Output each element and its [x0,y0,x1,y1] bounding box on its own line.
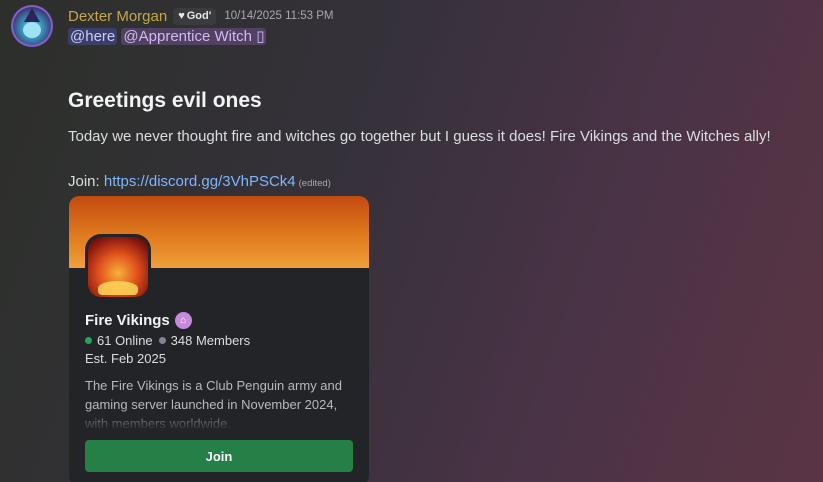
mention-role-label: @Apprentice Witch [123,28,253,45]
role-tag-label: God' [186,10,212,22]
avatar-face [23,22,41,38]
server-name[interactable]: Fire Vikings [85,312,170,329]
role-tag[interactable]: ♥ God' [173,7,217,25]
author-avatar[interactable] [11,5,53,47]
message-timestamp: 10/14/2025 11:53 PM [224,10,334,22]
message-heading: Greetings evil ones [68,89,262,112]
edited-label: (edited) [298,178,331,189]
invite-link[interactable]: https://discord.gg/3VhPSCk4 [104,173,296,190]
server-stats: 61 Online 348 Members [85,333,250,348]
message-body: Today we never thought fire and witches … [68,128,771,145]
online-dot-icon [85,337,92,344]
community-house-icon: ⌂ [174,312,192,329]
mention-here[interactable]: @here [68,28,118,45]
members-dot-icon [158,337,166,344]
join-line: Join: https://discord.gg/3VhPSCk4 (edited… [68,173,331,190]
members-block: 348 Members [158,333,251,348]
established-date: Est. Feb 2025 [85,351,166,366]
mention-role-suffix: ▯ [256,28,265,45]
online-count: 61 Online [97,333,153,348]
author-username[interactable]: Dexter Morgan [68,8,167,25]
server-invite-card: Fire Vikings ⌂ 61 Online 348 Members Est… [69,196,369,482]
member-count: 348 Members [170,333,251,348]
server-name-row: Fire Vikings ⌂ [85,312,192,329]
server-icon-image [88,237,148,297]
join-label: Join: [68,173,104,190]
server-icon[interactable] [85,234,151,300]
join-button[interactable]: Join [85,440,353,472]
mention-role[interactable]: @Apprentice Witch ▯ [121,28,267,45]
flame-icon [98,281,138,295]
server-description: The Fire Vikings is a Club Penguin army … [85,378,342,431]
message-header: Dexter Morgan ♥ God' 10/14/2025 11:53 PM [68,6,334,26]
heart-icon: ♥ [178,10,185,22]
mentions-line: @here @Apprentice Witch ▯ [68,27,267,45]
avatar-hat [24,8,40,22]
